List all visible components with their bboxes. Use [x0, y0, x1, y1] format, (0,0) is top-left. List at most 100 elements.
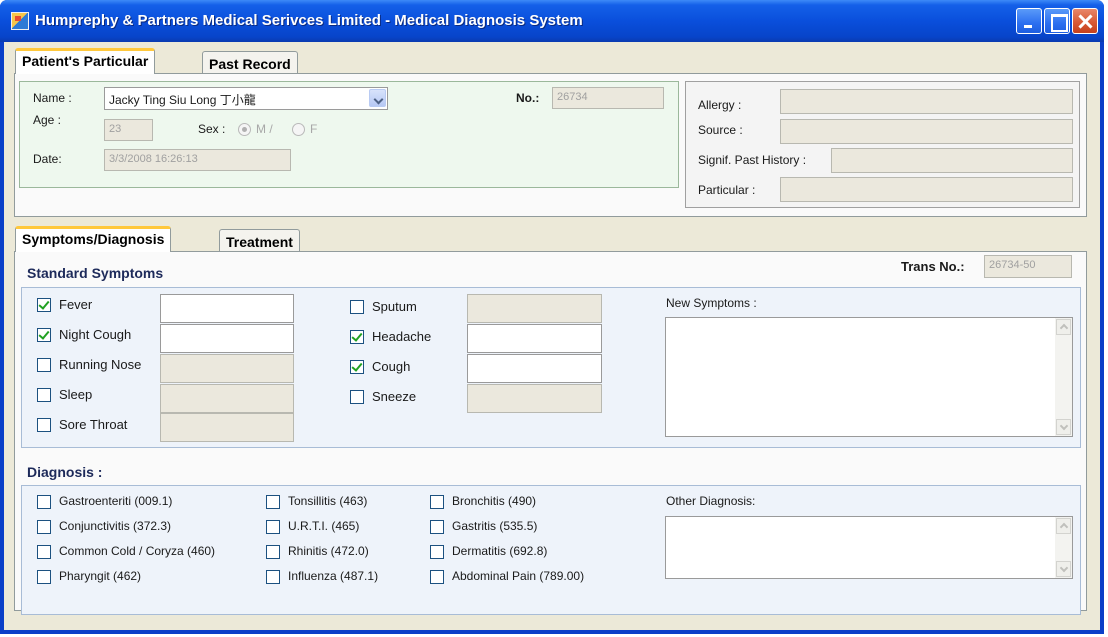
scroll-down-icon[interactable] [1056, 419, 1071, 435]
sleep-checkbox[interactable] [37, 388, 51, 402]
scroll-down-icon[interactable] [1056, 561, 1071, 577]
cough-label: Cough [372, 359, 411, 374]
tonsillitis-checkbox[interactable] [266, 495, 280, 509]
bronchitis-checkbox[interactable] [430, 495, 444, 509]
headache-label: Headache [372, 329, 432, 344]
other-diagnosis-textarea[interactable] [665, 516, 1073, 579]
urti-checkbox[interactable] [266, 520, 280, 534]
bronchitis-label: Bronchitis (490) [452, 494, 537, 508]
trans-no-label: Trans No.: [901, 259, 965, 274]
no-label: No.: [516, 91, 540, 105]
sore-throat-field[interactable] [160, 413, 294, 442]
sex-f-label: F [310, 122, 318, 136]
sex-f-radio[interactable] [292, 123, 305, 136]
gastroenteritis-label: Gastroenteriti (009.1) [59, 494, 173, 508]
gastritis-label: Gastritis (535.5) [452, 519, 538, 533]
influenza-checkbox[interactable] [266, 570, 280, 584]
title-bar[interactable]: Humprephy & Partners Medical Serivces Li… [0, 0, 1104, 42]
headache-field[interactable] [467, 324, 602, 353]
diagnosis-box: Gastroenteriti (009.1) Conjunctivitis (3… [21, 485, 1081, 615]
trans-no-field[interactable]: 26734-50 [984, 255, 1072, 278]
influenza-label: Influenza (487.1) [288, 569, 379, 583]
other-diagnosis-label: Other Diagnosis: [666, 494, 756, 508]
cough-checkbox[interactable] [350, 360, 364, 374]
patient-info-box: Name : Jacky Ting Siu Long 丁小龍 No.: 2673… [19, 81, 679, 188]
rhinitis-label: Rhinitis (472.0) [288, 544, 369, 558]
sneeze-checkbox[interactable] [350, 390, 364, 404]
sex-label: Sex : [198, 122, 226, 136]
chevron-down-icon[interactable] [369, 89, 386, 107]
scroll-up-icon[interactable] [1056, 319, 1071, 335]
app-window: Humprephy & Partners Medical Serivces Li… [0, 0, 1104, 634]
close-button[interactable] [1072, 8, 1098, 34]
sex-m-radio[interactable] [238, 123, 251, 136]
conjunctivitis-checkbox[interactable] [37, 520, 51, 534]
allergy-field[interactable] [780, 89, 1073, 114]
headache-checkbox[interactable] [350, 330, 364, 344]
tab-treatment[interactable]: Treatment [219, 229, 300, 252]
minimize-button[interactable] [1016, 8, 1042, 34]
sputum-field[interactable] [467, 294, 602, 323]
tab-past-record[interactable]: Past Record [202, 51, 298, 74]
common-cold-label: Common Cold / Coryza (460) [59, 544, 216, 558]
sputum-checkbox[interactable] [350, 300, 364, 314]
pharyngit-checkbox[interactable] [37, 570, 51, 584]
app-icon[interactable] [11, 12, 29, 30]
fever-checkbox[interactable] [37, 298, 51, 312]
abdominal-pain-label: Abdominal Pain (789.00) [452, 569, 585, 583]
fever-label: Fever [59, 297, 93, 312]
night-cough-label: Night Cough [59, 327, 132, 342]
new-symptoms-label: New Symptoms : [666, 296, 757, 310]
sneeze-label: Sneeze [372, 389, 417, 404]
abdominal-pain-checkbox[interactable] [430, 570, 444, 584]
name-label: Name : [33, 91, 72, 105]
allergy-label: Allergy : [698, 98, 742, 112]
age-field[interactable]: 23 [104, 119, 153, 141]
tonsillitis-label: Tonsillitis (463) [288, 494, 368, 508]
sleep-field[interactable] [160, 384, 294, 413]
dermatitis-label: Dermatitis (692.8) [452, 544, 548, 558]
other-diagnosis-scrollbar[interactable] [1055, 517, 1072, 578]
client-area: Patient's Particular Past Record Name : … [4, 42, 1100, 630]
fever-field[interactable] [160, 294, 294, 323]
running-nose-field[interactable] [160, 354, 294, 383]
tab-patients-particular[interactable]: Patient's Particular [15, 48, 156, 74]
particular-field[interactable] [780, 177, 1073, 202]
cough-field[interactable] [467, 354, 602, 383]
conjunctivitis-label: Conjunctivitis (372.3) [59, 519, 172, 533]
dermatitis-checkbox[interactable] [430, 545, 444, 559]
standard-symptoms-heading: Standard Symptoms [27, 265, 164, 281]
symptoms-box: Fever Night Cough Running Nose Sleep Sor… [21, 287, 1081, 448]
sex-m-label: M / [256, 122, 273, 136]
tab-symptoms-diagnosis[interactable]: Symptoms/Diagnosis [15, 226, 172, 252]
window-title: Humprephy & Partners Medical Serivces Li… [35, 12, 583, 29]
name-combo[interactable]: Jacky Ting Siu Long 丁小龍 [104, 87, 388, 110]
urti-label: U.R.T.I. (465) [288, 519, 360, 533]
source-field[interactable] [780, 119, 1073, 144]
signif-history-field[interactable] [831, 148, 1073, 173]
gastroenteritis-checkbox[interactable] [37, 495, 51, 509]
age-label: Age : [33, 113, 62, 127]
maximize-button[interactable] [1044, 8, 1070, 34]
signif-history-label: Signif. Past History : [698, 153, 807, 167]
rhinitis-checkbox[interactable] [266, 545, 280, 559]
date-field[interactable]: 3/3/2008 16:26:13 [104, 149, 291, 171]
new-symptoms-textarea[interactable] [665, 317, 1073, 437]
gastritis-checkbox[interactable] [430, 520, 444, 534]
new-symptoms-scrollbar[interactable] [1055, 318, 1072, 436]
diagnosis-heading: Diagnosis : [27, 464, 103, 480]
night-cough-field[interactable] [160, 324, 294, 353]
source-label: Source : [698, 123, 743, 137]
running-nose-checkbox[interactable] [37, 358, 51, 372]
common-cold-checkbox[interactable] [37, 545, 51, 559]
sleep-label: Sleep [59, 387, 93, 402]
name-value: Jacky Ting Siu Long 丁小龍 [109, 93, 256, 107]
pharyngit-label: Pharyngit (462) [59, 569, 142, 583]
particular-label: Particular : [698, 183, 756, 197]
night-cough-checkbox[interactable] [37, 328, 51, 342]
date-label: Date: [33, 152, 62, 166]
sore-throat-checkbox[interactable] [37, 418, 51, 432]
sneeze-field[interactable] [467, 384, 602, 413]
scroll-up-icon[interactable] [1056, 518, 1071, 534]
patient-no-field[interactable]: 26734 [552, 87, 664, 109]
